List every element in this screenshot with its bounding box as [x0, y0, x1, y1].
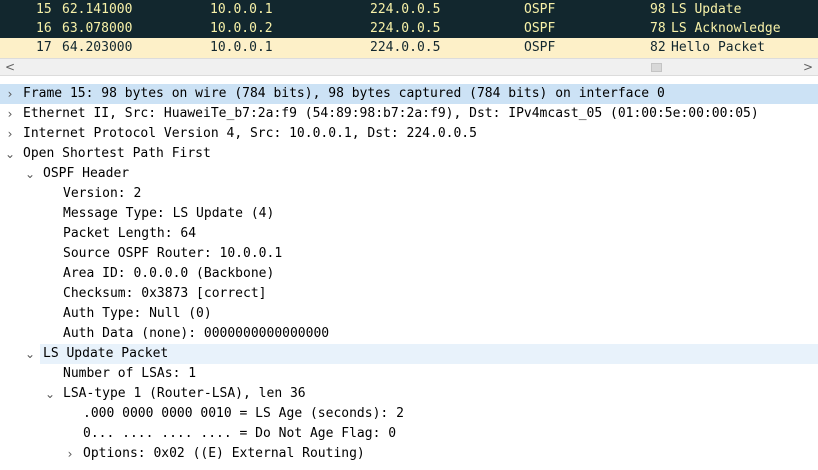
- packet-destination: 224.0.0.5: [370, 2, 441, 17]
- packet-time: 64.203000: [62, 40, 133, 55]
- packet-length: 78: [650, 21, 666, 36]
- packet-info: LS Acknowledge: [671, 21, 781, 36]
- tree-item-ethernet[interactable]: › Ethernet II, Src: HuaweiTe_b7:2a:f9 (5…: [0, 104, 818, 124]
- scroll-left-icon[interactable]: <: [2, 59, 18, 76]
- packet-list: 15 62.141000 10.0.0.1 224.0.0.5 OSPF 98 …: [0, 0, 818, 58]
- packet-protocol: OSPF: [524, 40, 556, 55]
- tree-item-label: Area ID: 0.0.0.0 (Backbone): [63, 266, 275, 281]
- tree-item-num-lsas[interactable]: Number of LSAs: 1: [0, 364, 818, 384]
- packet-number: 15: [36, 2, 52, 17]
- packet-destination: 224.0.0.5: [370, 21, 441, 36]
- tree-item-label: Ethernet II, Src: HuaweiTe_b7:2a:f9 (54:…: [23, 106, 759, 121]
- tree-item-version[interactable]: Version: 2: [0, 184, 818, 204]
- tree-item-label: Number of LSAs: 1: [63, 366, 197, 381]
- chevron-right-icon[interactable]: ›: [4, 84, 16, 104]
- tree-item-label: Options: 0x02 ((E) External Routing): [83, 446, 365, 461]
- scroll-right-icon[interactable]: >: [800, 59, 816, 76]
- scrollbar-thumb[interactable]: [651, 63, 662, 72]
- packet-row[interactable]: 17 64.203000 10.0.0.1 224.0.0.5 OSPF 82 …: [0, 38, 818, 58]
- packet-number: 17: [36, 40, 52, 55]
- tree-item-label: Source OSPF Router: 10.0.0.1: [63, 246, 283, 261]
- tree-item-message-type[interactable]: Message Type: LS Update (4): [0, 204, 818, 224]
- chevron-right-icon[interactable]: ›: [64, 444, 76, 464]
- packet-protocol: OSPF: [524, 21, 556, 36]
- packet-length: 82: [650, 40, 666, 55]
- tree-item-source-router[interactable]: Source OSPF Router: 10.0.0.1: [0, 244, 818, 264]
- tree-item-options[interactable]: › Options: 0x02 ((E) External Routing): [0, 444, 818, 464]
- tree-item-frame[interactable]: › Frame 15: 98 bytes on wire (784 bits),…: [0, 84, 818, 104]
- tree-item-label: Frame 15: 98 bytes on wire (784 bits), 9…: [23, 86, 665, 101]
- tree-item-label: Internet Protocol Version 4, Src: 10.0.0…: [23, 126, 477, 141]
- horizontal-scrollbar[interactable]: < >: [0, 58, 818, 76]
- tree-item-auth-data[interactable]: Auth Data (none): 0000000000000000: [0, 324, 818, 344]
- packet-number: 16: [36, 21, 52, 36]
- chevron-down-icon[interactable]: ⌄: [24, 164, 36, 184]
- packet-time: 63.078000: [62, 21, 133, 36]
- tree-item-label: Auth Data (none): 0000000000000000: [63, 326, 330, 341]
- tree-item-label: OSPF Header: [43, 166, 130, 181]
- tree-item-packet-length[interactable]: Packet Length: 64: [0, 224, 818, 244]
- chevron-right-icon[interactable]: ›: [4, 104, 16, 124]
- tree-item-label: LS Update Packet: [43, 346, 169, 361]
- chevron-down-icon[interactable]: ⌄: [44, 384, 56, 404]
- tree-item-label: Packet Length: 64: [63, 226, 197, 241]
- tree-item-do-not-age[interactable]: 0... .... .... .... = Do Not Age Flag: 0: [0, 424, 818, 444]
- packet-source: 10.0.0.1: [210, 40, 273, 55]
- tree-item-ls-age[interactable]: .000 0000 0000 0010 = LS Age (seconds): …: [0, 404, 818, 424]
- tree-item-label: Open Shortest Path First: [23, 146, 211, 161]
- tree-item-lsa[interactable]: ⌄ LSA-type 1 (Router-LSA), len 36: [0, 384, 818, 404]
- packet-protocol: OSPF: [524, 2, 556, 17]
- packet-row[interactable]: 15 62.141000 10.0.0.1 224.0.0.5 OSPF 98 …: [0, 0, 818, 20]
- tree-item-ip[interactable]: › Internet Protocol Version 4, Src: 10.0…: [0, 124, 818, 144]
- tree-item-label: Checksum: 0x3873 [correct]: [63, 286, 267, 301]
- packet-row[interactable]: 16 63.078000 10.0.0.2 224.0.0.5 OSPF 78 …: [0, 19, 818, 39]
- packet-info: Hello Packet: [671, 40, 765, 55]
- tree-item-auth-type[interactable]: Auth Type: Null (0): [0, 304, 818, 324]
- packet-destination: 224.0.0.5: [370, 40, 441, 55]
- chevron-down-icon[interactable]: ⌄: [24, 344, 36, 364]
- packet-length: 98: [650, 2, 666, 17]
- tree-item-label: Auth Type: Null (0): [63, 306, 212, 321]
- packet-source: 10.0.0.1: [210, 2, 273, 17]
- tree-item-checksum[interactable]: Checksum: 0x3873 [correct]: [0, 284, 818, 304]
- chevron-right-icon[interactable]: ›: [4, 124, 16, 144]
- tree-item-area-id[interactable]: Area ID: 0.0.0.0 (Backbone): [0, 264, 818, 284]
- tree-item-ospf[interactable]: ⌄ Open Shortest Path First: [0, 144, 818, 164]
- packet-time: 62.141000: [62, 2, 133, 17]
- chevron-down-icon[interactable]: ⌄: [4, 144, 16, 164]
- tree-item-label: Version: 2: [63, 186, 142, 201]
- tree-item-label: 0... .... .... .... = Do Not Age Flag: 0: [83, 426, 397, 441]
- tree-item-label: Message Type: LS Update (4): [63, 206, 275, 221]
- tree-item-ls-update[interactable]: LS Update Packet: [40, 344, 818, 364]
- packet-source: 10.0.0.2: [210, 21, 273, 36]
- packet-info: LS Update: [671, 2, 742, 17]
- tree-item-label: LSA-type 1 (Router-LSA), len 36: [63, 386, 306, 401]
- tree-item-label: .000 0000 0000 0010 = LS Age (seconds): …: [83, 406, 404, 421]
- tree-item-ospf-header[interactable]: ⌄ OSPF Header: [0, 164, 818, 184]
- packet-details-tree: › Frame 15: 98 bytes on wire (784 bits),…: [0, 84, 818, 470]
